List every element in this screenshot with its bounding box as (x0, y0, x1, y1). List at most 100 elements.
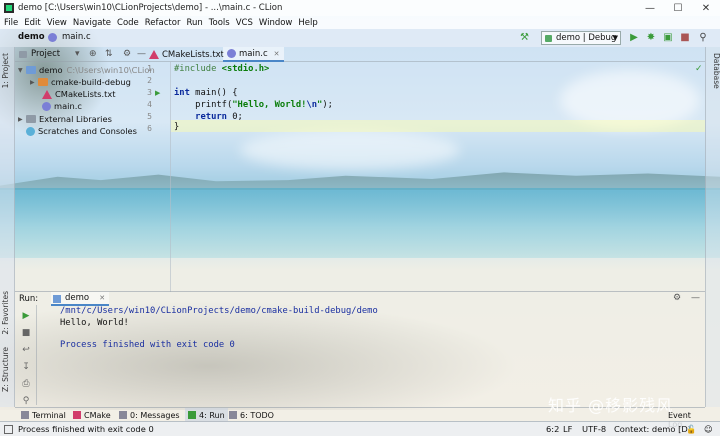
menu-help[interactable]: Help (298, 18, 317, 28)
locate-target-icon[interactable]: ⊕ (89, 49, 97, 59)
tree-item-cmake-build-debug[interactable]: ▶ cmake-build-debug (30, 76, 131, 88)
rerun-icon[interactable]: ▶ (20, 310, 32, 322)
editor-gutter[interactable]: 1 2 3 ▶ 4 5 6 (143, 62, 171, 292)
run-tab-demo[interactable]: demo ✕ (51, 292, 110, 306)
checkmark-icon: ✓ (695, 64, 703, 74)
project-view-icon (19, 51, 27, 58)
code-line-1[interactable]: #include <stdio.h> (174, 63, 269, 75)
debug-bug-icon[interactable]: ✸ (645, 32, 657, 44)
tool-tab-todo[interactable]: 6: TODO (229, 408, 274, 422)
tree-item-label: External Libraries (39, 114, 112, 124)
menu-navigate[interactable]: Navigate (73, 18, 111, 28)
stop-icon[interactable]: ■ (20, 327, 32, 339)
stop-icon[interactable]: ■ (679, 32, 691, 44)
menu-run[interactable]: Run (186, 18, 202, 28)
background-hills (0, 172, 720, 190)
search-icon[interactable]: ⚲ (697, 32, 709, 44)
console-output-line: Hello, World! (60, 318, 129, 328)
run-tab-label: demo (65, 293, 90, 303)
code-line-3[interactable]: int main() { (174, 87, 238, 99)
tool-tab-favorites[interactable]: 2: Favorites (1, 291, 14, 335)
c-file-icon (227, 49, 236, 58)
menu-edit[interactable]: Edit (24, 18, 40, 28)
run-coverage-icon[interactable]: ▣ (662, 32, 674, 44)
file-encoding[interactable]: UTF-8 (582, 424, 606, 434)
tool-windows-toggle-icon[interactable] (4, 425, 13, 434)
cmake-icon (42, 89, 52, 99)
menu-file[interactable]: File (4, 18, 18, 28)
run-icon (188, 411, 196, 419)
caret-position[interactable]: 6:2 (546, 424, 559, 434)
menu-window[interactable]: Window (259, 18, 293, 28)
lock-icon[interactable]: 🔓 (686, 424, 696, 435)
chevron-down-icon[interactable]: ▼ (18, 67, 26, 74)
wrap-icon[interactable]: ↩ (20, 344, 32, 356)
code-line-4[interactable]: printf("Hello, World!\n"); (174, 99, 333, 111)
code-line-6[interactable]: } (174, 121, 179, 133)
menu-bar: File Edit View Navigate Code Refactor Ru… (0, 16, 720, 29)
gear-icon[interactable]: ⚙ (673, 293, 681, 303)
minimize-button[interactable]: — (636, 0, 664, 16)
close-button[interactable]: ✕ (692, 0, 720, 16)
tool-tab-structure[interactable]: Z: Structure (1, 347, 14, 392)
build-hammer-icon[interactable]: ⚒ (520, 32, 532, 44)
tool-tab-label: 0: Messages (130, 410, 180, 420)
watermark-text: 知乎 @移影残风 (548, 396, 674, 415)
run-gutter-icon[interactable]: ▶ (155, 89, 160, 97)
line-separator[interactable]: LF (563, 424, 572, 434)
close-icon[interactable]: ✕ (99, 294, 105, 302)
menu-view[interactable]: View (47, 18, 67, 28)
run-icon[interactable]: ▶ (628, 32, 640, 44)
breadcrumb-file[interactable]: main.c (62, 32, 91, 42)
pin-icon[interactable]: ⚲ (20, 395, 32, 407)
line-number: 5 (147, 112, 152, 121)
folder-icon (26, 66, 36, 74)
navigation-bar: demo main.c ⚒ demo | Debug ▼ ▶ ✸ ▣ ■ ⚲ (0, 29, 720, 47)
menu-vcs[interactable]: VCS (236, 18, 253, 28)
folder-orange-icon (38, 78, 48, 86)
tool-tab-terminal[interactable]: Terminal (21, 408, 66, 422)
hide-panel-icon[interactable]: — (691, 293, 700, 303)
right-tool-strip: Database (705, 47, 720, 407)
breadcrumb-project[interactable]: demo (18, 32, 45, 42)
line-number: 3 (147, 88, 152, 97)
tool-tab-project[interactable]: 1: Project (1, 53, 14, 88)
collapse-all-icon[interactable]: ⇅ (105, 49, 113, 59)
tree-item-main-c[interactable]: main.c (42, 100, 82, 112)
tool-tab-messages[interactable]: 0: Messages (119, 408, 180, 422)
project-view-select[interactable]: Project (31, 49, 60, 59)
tool-tab-database[interactable]: Database (708, 53, 720, 89)
code-token: \n (306, 100, 318, 110)
chevron-right-icon[interactable]: ▶ (30, 79, 38, 86)
cmake-icon (149, 50, 159, 59)
chevron-down-icon[interactable]: ▾ (75, 49, 80, 59)
menu-code[interactable]: Code (117, 18, 139, 28)
caret-line-highlight (171, 120, 705, 132)
maximize-button[interactable]: ☐ (664, 0, 692, 16)
menu-refactor[interactable]: Refactor (145, 18, 181, 28)
gear-icon[interactable]: ⚙ (123, 49, 131, 59)
tab-main-c[interactable]: main.c ✕ (223, 47, 284, 62)
tree-item-scratches[interactable]: Scratches and Consoles (26, 125, 137, 137)
tree-item-label: CMakeLists.txt (55, 89, 116, 99)
messages-icon (119, 411, 127, 419)
tree-item-cmakelists[interactable]: CMakeLists.txt (42, 88, 116, 100)
tool-tab-run[interactable]: 4: Run (185, 408, 228, 422)
code-token: int (174, 88, 190, 98)
console-output-line: Process finished with exit code 0 (60, 340, 235, 350)
tree-item-demo[interactable]: ▼ demo C:\Users\win10\CLion (18, 64, 155, 76)
tree-item-external-libraries[interactable]: ▶ External Libraries (18, 113, 112, 125)
close-icon[interactable]: ✕ (274, 50, 280, 58)
chevron-right-icon[interactable]: ▶ (18, 116, 26, 123)
code-line-5[interactable]: return 0; (174, 111, 243, 123)
run-configuration-select[interactable]: demo | Debug ▼ (541, 31, 621, 45)
menu-tools[interactable]: Tools (209, 18, 230, 28)
scroll-to-end-icon[interactable]: ↧ (20, 361, 32, 373)
inspector-face-icon[interactable]: ☺ (704, 424, 713, 434)
tool-tab-cmake[interactable]: CMake (73, 408, 111, 422)
cmake-icon (73, 411, 81, 419)
code-token: #include (174, 64, 222, 74)
context-selector[interactable]: Context: demo [D] (614, 424, 691, 434)
print-icon[interactable]: ⎙ (20, 378, 32, 390)
status-message[interactable]: Process finished with exit code 0 (18, 424, 154, 434)
